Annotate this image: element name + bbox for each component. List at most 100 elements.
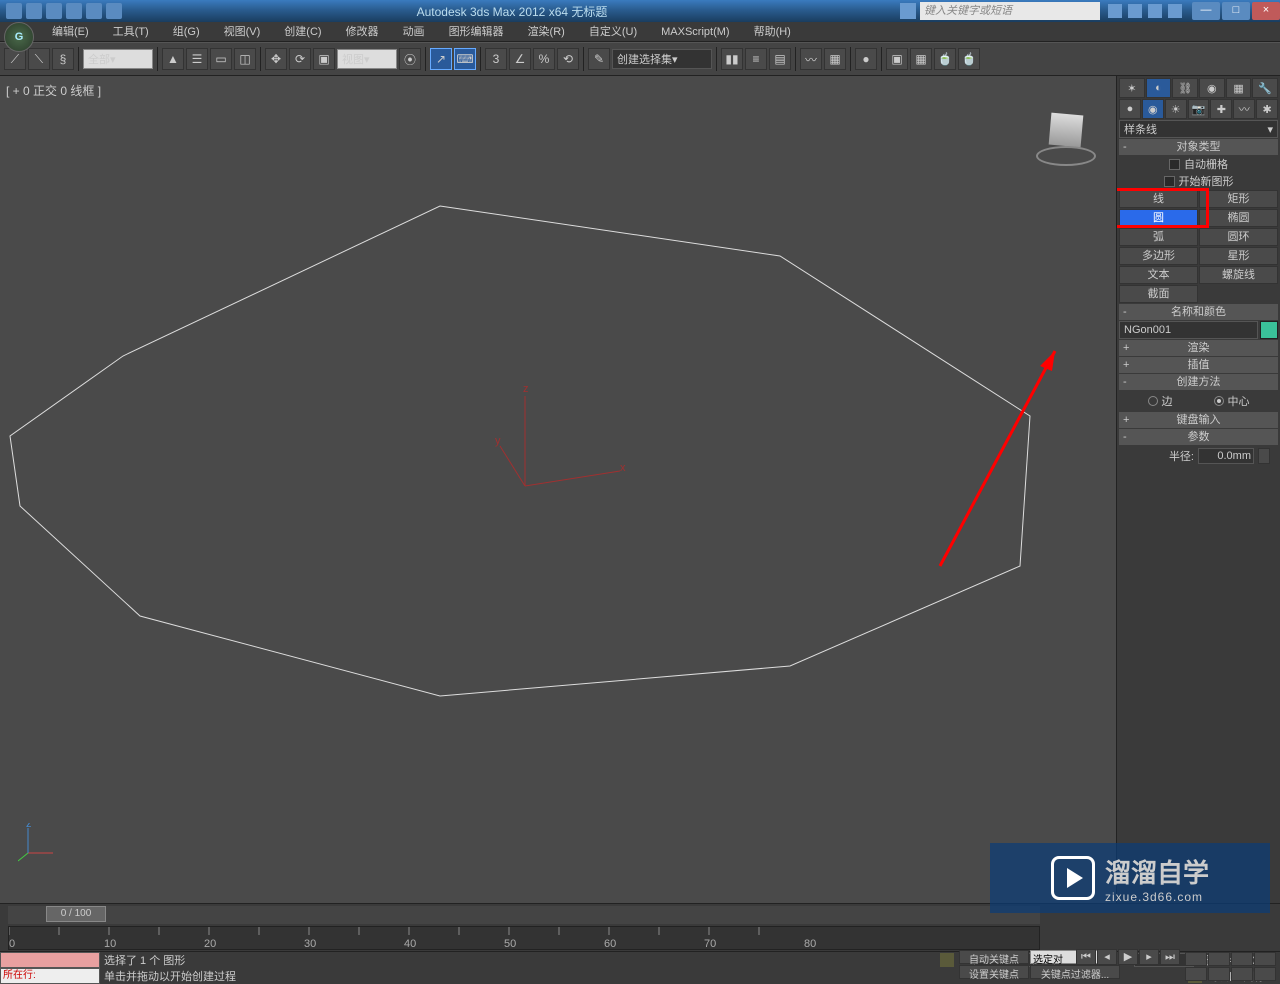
category-dropdown[interactable]: 样条线▾ [1119,120,1278,138]
maximize-button[interactable]: □ [1222,2,1250,20]
render-frame-icon[interactable]: ▦ [910,48,932,70]
keyboard-shortcut-icon[interactable]: ⌨ [454,48,476,70]
maximize-viewport-icon[interactable] [1254,967,1276,981]
percent-snap-icon[interactable]: % [533,48,555,70]
sub-systems-icon[interactable]: ✱ [1256,99,1278,119]
menu-animation[interactable]: 动画 [391,22,437,42]
info-center-icon[interactable] [900,3,916,19]
scale-icon[interactable]: ▣ [313,48,335,70]
fov-icon[interactable] [1185,967,1207,981]
tab-motion-icon[interactable]: ◉ [1199,78,1225,98]
btn-section[interactable]: 截面 [1119,285,1198,303]
color-swatch[interactable] [1260,321,1278,339]
sub-spacewarps-icon[interactable]: 〰 [1233,99,1255,119]
rollup-object-type[interactable]: -对象类型 [1119,139,1278,155]
rollup-keyboard-entry[interactable]: +键盘输入 [1119,412,1278,428]
radio-center[interactable]: 中心 [1214,393,1250,409]
tab-create-icon[interactable]: ✶ [1119,78,1145,98]
startnew-checkbox[interactable] [1164,176,1175,187]
time-ruler[interactable]: 01020304050607080 [8,926,1040,950]
btn-ngon[interactable]: 多边形 [1119,247,1198,265]
zoom-icon[interactable] [1185,952,1207,966]
qat-more-icon[interactable] [106,3,122,19]
autogrid-checkbox[interactable] [1169,159,1180,170]
play-icon[interactable]: ▶ [1118,949,1138,965]
qat-redo-icon[interactable] [86,3,102,19]
btn-line[interactable]: 线 [1119,190,1198,208]
close-button[interactable]: × [1252,2,1280,20]
time-slider[interactable]: 0 / 100 [8,906,1040,924]
menu-graph-editors[interactable]: 图形编辑器 [437,22,516,42]
select-region-rect-icon[interactable]: ▭ [210,48,232,70]
zoom-extents-icon[interactable] [1231,952,1253,966]
btn-donut[interactable]: 圆环 [1199,228,1278,246]
viewport[interactable]: [ + 0 正交 0 线框 ] x y z z [0,76,1116,903]
help-icon[interactable] [1168,4,1182,18]
autokey-button[interactable]: 自动关键点 [959,950,1029,964]
goto-start-icon[interactable]: ⏮ [1076,949,1096,965]
btn-arc[interactable]: 弧 [1119,228,1198,246]
star-icon[interactable] [1148,4,1162,18]
render-icon[interactable]: 🍵 [934,48,956,70]
tab-hierarchy-icon[interactable]: ⛓ [1172,78,1198,98]
object-name-input[interactable]: NGon001 [1119,321,1258,339]
binoculars-icon[interactable] [1108,4,1122,18]
mirror-icon[interactable]: ▮▮ [721,48,743,70]
pivot-icon[interactable]: ⦿ [399,48,421,70]
rollup-render[interactable]: +渲染 [1119,340,1278,356]
radius-spinner[interactable]: 0.0mm [1198,448,1254,464]
material-editor-icon[interactable]: ● [855,48,877,70]
menu-tools[interactable]: 工具(T) [101,22,161,42]
sub-geometry-icon[interactable]: ● [1119,99,1141,119]
render-prod-icon[interactable]: 🍵 [958,48,980,70]
key-filters-button[interactable]: 关键点过滤器... [1030,965,1120,979]
menu-customize[interactable]: 自定义(U) [577,22,649,42]
move-icon[interactable]: ✥ [265,48,287,70]
schematic-view-icon[interactable]: ▦ [824,48,846,70]
zoom-all-icon[interactable] [1208,952,1230,966]
menu-maxscript[interactable]: MAXScript(M) [649,22,741,42]
bind-icon[interactable]: § [52,48,74,70]
sub-lights-icon[interactable]: ☀ [1165,99,1187,119]
menu-modifiers[interactable]: 修改器 [334,22,391,42]
app-menu-button[interactable]: G [4,22,34,52]
radius-spin-buttons[interactable] [1258,448,1270,464]
rollup-interpolation[interactable]: +插值 [1119,357,1278,373]
qat-open-icon[interactable] [26,3,42,19]
rollup-name-color[interactable]: -名称和颜色 [1119,304,1278,320]
sub-helpers-icon[interactable]: ✚ [1210,99,1232,119]
menu-views[interactable]: 视图(V) [212,22,273,42]
radio-edge[interactable]: 边 [1148,393,1173,409]
menu-rendering[interactable]: 渲染(R) [516,22,577,42]
manipulate-icon[interactable]: ↗ [430,48,452,70]
btn-helix[interactable]: 螺旋线 [1199,266,1278,284]
tab-display-icon[interactable]: ▦ [1226,78,1252,98]
btn-rectangle[interactable]: 矩形 [1199,190,1278,208]
search-input[interactable]: 键入关键字或短语 [920,2,1100,20]
select-name-icon[interactable]: ☰ [186,48,208,70]
named-selection-dropdown[interactable]: 创建选择集▾ [612,49,712,69]
angle-snap-icon[interactable]: ∠ [509,48,531,70]
viewcube[interactable] [1036,106,1096,166]
curve-editor-icon[interactable]: 〰 [800,48,822,70]
qat-new-icon[interactable] [6,3,22,19]
tab-utilities-icon[interactable]: 🔧 [1252,78,1278,98]
render-setup-icon[interactable]: ▣ [886,48,908,70]
sub-shapes-icon[interactable]: ◉ [1142,99,1164,119]
btn-star[interactable]: 星形 [1199,247,1278,265]
menu-group[interactable]: 组(G) [161,22,212,42]
btn-text[interactable]: 文本 [1119,266,1198,284]
rollup-creation-method[interactable]: -创建方法 [1119,374,1278,390]
edit-named-sel-icon[interactable]: ✎ [588,48,610,70]
key-icon[interactable] [1128,4,1142,18]
minimize-button[interactable]: — [1192,2,1220,20]
qat-save-icon[interactable] [46,3,62,19]
lock-icon[interactable] [940,953,954,967]
pan-icon[interactable] [1208,967,1230,981]
spinner-snap-icon[interactable]: ⟲ [557,48,579,70]
rollup-parameters[interactable]: -参数 [1119,429,1278,445]
time-slider-knob[interactable]: 0 / 100 [46,906,106,922]
setkey-button[interactable]: 设置关键点 [959,965,1029,979]
rotate-icon[interactable]: ⟳ [289,48,311,70]
ref-coord-dropdown[interactable]: 视图▾ [337,49,397,69]
